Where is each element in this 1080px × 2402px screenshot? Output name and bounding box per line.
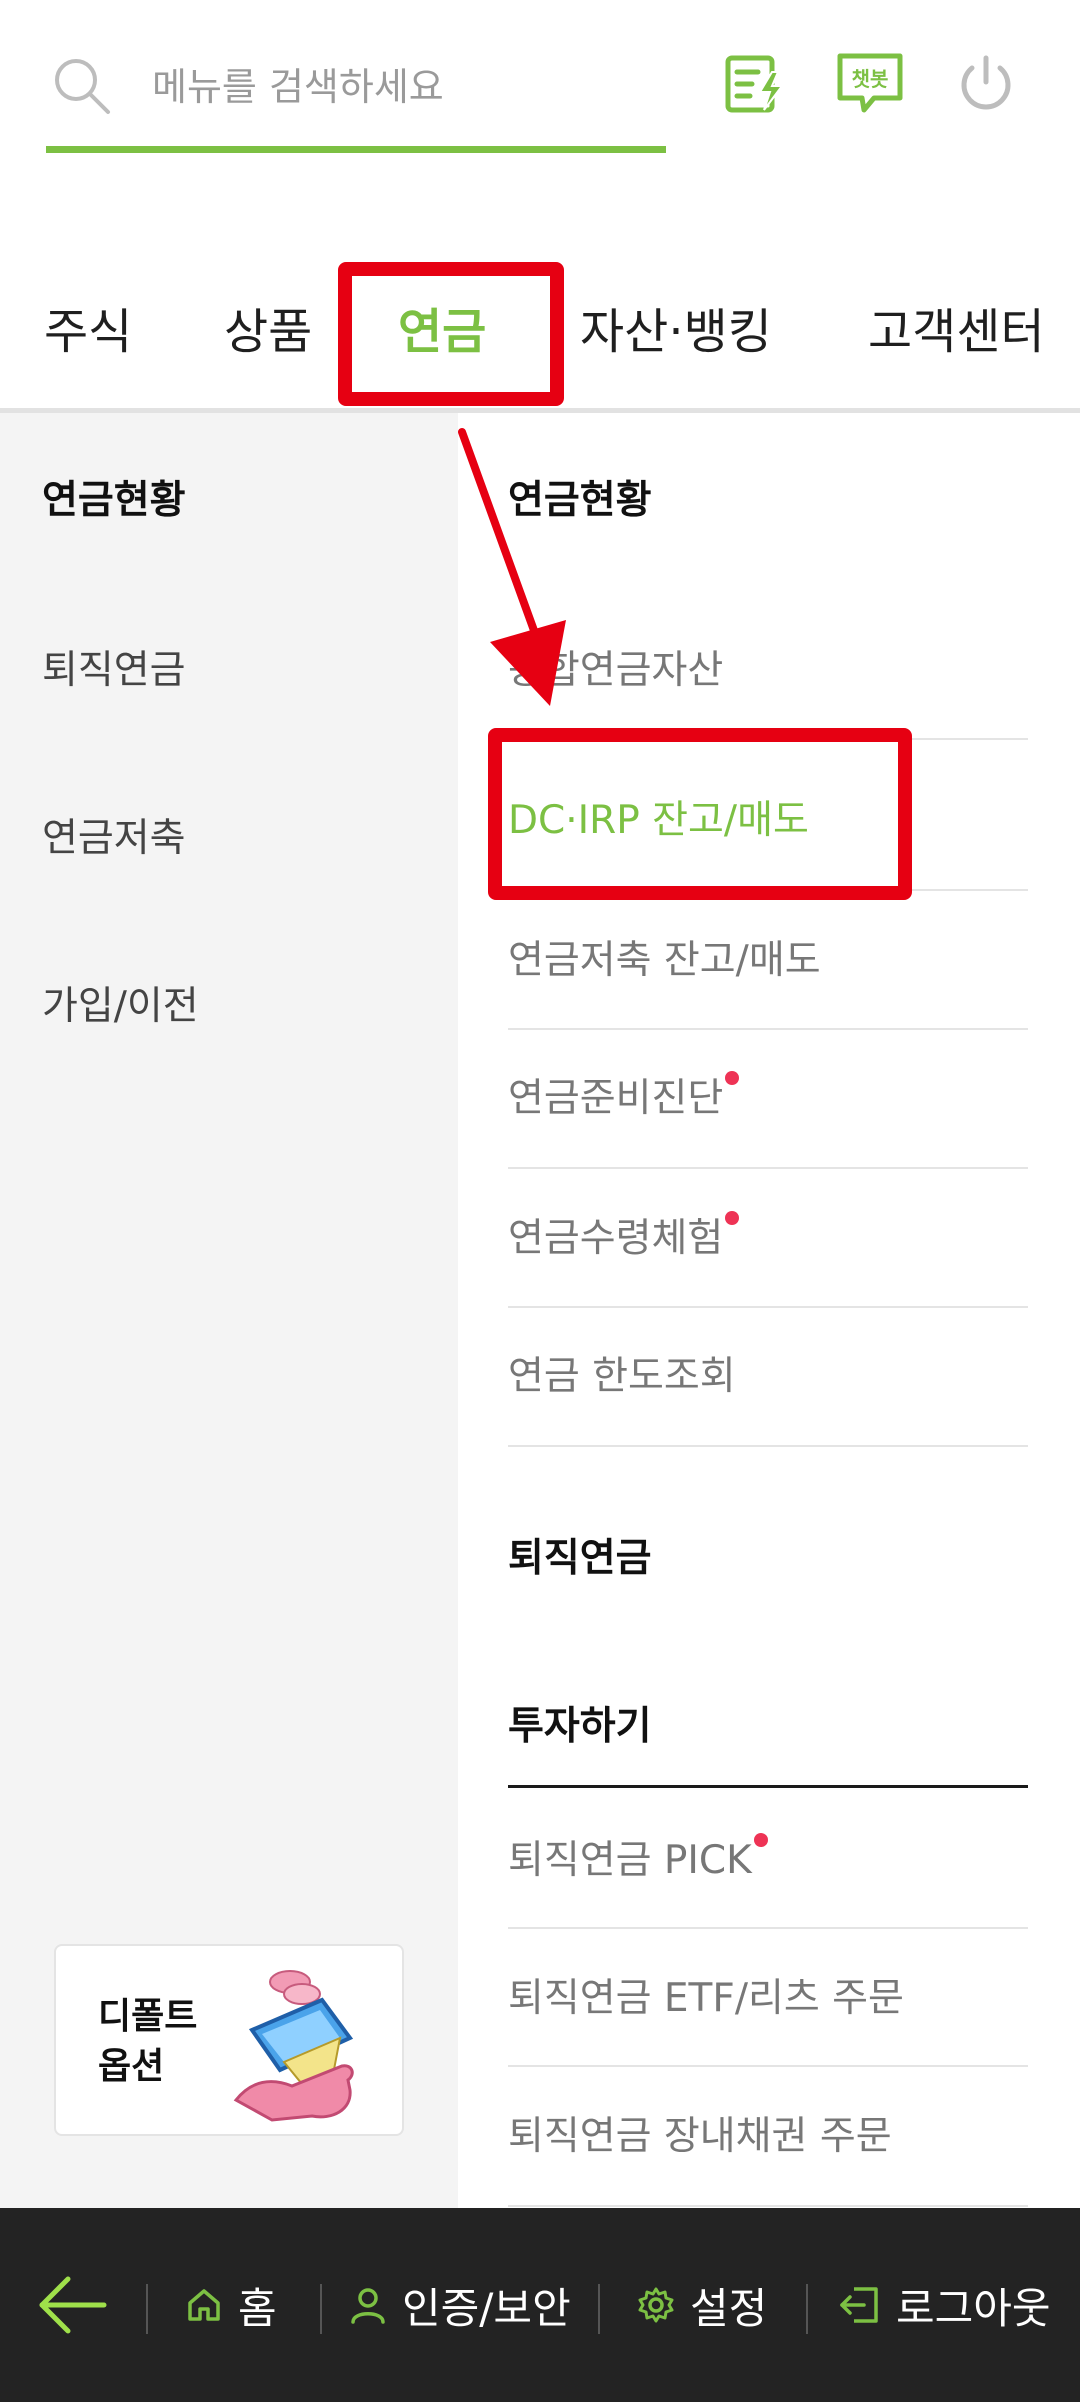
- chatbot-icon[interactable]: 챗봇: [830, 44, 910, 124]
- back-arrow-icon: [39, 2276, 107, 2334]
- chatbot-label: 챗봇: [852, 67, 889, 91]
- row-divider: [508, 2205, 1028, 2207]
- section-title-retirement-pension: 퇴직연금: [508, 1536, 652, 1581]
- auth-security-button[interactable]: 인증/보안: [348, 2208, 571, 2402]
- left-category-menu: 연금현황 퇴직연금 연금저축 가입/이전 디폴트 옵션: [0, 413, 458, 2208]
- menu-item-retirement-etf-reits[interactable]: 퇴직연금 ETF/리츠 주문: [508, 1967, 904, 2023]
- logout-label: 로그아웃: [896, 2283, 1051, 2333]
- tab-customer-center[interactable]: 고객센터: [868, 292, 1045, 362]
- promo-line1: 디폴트: [98, 1996, 198, 2037]
- new-badge-dot: [725, 1071, 740, 1085]
- menu-item-label: 연금준비진단: [508, 1076, 724, 1121]
- new-badge-dot: [753, 1833, 768, 1847]
- bottom-separator: [320, 2284, 322, 2334]
- row-divider: [508, 1028, 1028, 1030]
- logout-icon: [840, 2287, 878, 2323]
- back-button[interactable]: [36, 2208, 122, 2402]
- bottom-separator: [146, 2284, 148, 2334]
- default-option-banner[interactable]: 디폴트 옵션: [54, 1944, 404, 2136]
- coin-phone-illustration: [233, 1970, 354, 2122]
- left-item-pension-savings[interactable]: 연금저축: [42, 807, 186, 863]
- menu-item-label: 연금수령체험: [508, 1216, 724, 1261]
- new-badge-dot: [725, 1211, 740, 1225]
- row-divider: [508, 1445, 1028, 1447]
- left-item-pension-status[interactable]: 연금현황: [42, 469, 186, 525]
- user-icon: [351, 2288, 385, 2324]
- row-divider: [508, 2065, 1028, 2067]
- highlight-box-dc-irp: [488, 728, 912, 900]
- left-item-join-transfer[interactable]: 가입/이전: [42, 975, 199, 1031]
- search-bar[interactable]: [46, 40, 666, 156]
- tab-stocks[interactable]: 주식: [44, 292, 132, 362]
- menu-item-label: 퇴직연금 PICK: [508, 1838, 752, 1883]
- search-underline: [46, 146, 666, 153]
- subsection-divider: [508, 1785, 1028, 1788]
- settings-button[interactable]: 설정: [636, 2208, 767, 2402]
- search-input[interactable]: [150, 58, 654, 116]
- power-icon[interactable]: [946, 44, 1026, 124]
- menu-item-retirement-pick[interactable]: 퇴직연금 PICK: [508, 1829, 768, 1885]
- bottom-separator: [806, 2284, 808, 2334]
- auth-security-label: 인증/보안: [402, 2283, 571, 2333]
- settings-label: 설정: [690, 2283, 768, 2333]
- gear-icon: [638, 2287, 674, 2323]
- highlight-box-pension-tab: [338, 262, 564, 406]
- bottom-separator: [598, 2284, 600, 2334]
- menu-item-pension-readiness[interactable]: 연금준비진단: [508, 1067, 740, 1123]
- bottom-nav-bar: 홈 인증/보안 설정 로그아웃: [0, 2208, 1080, 2402]
- home-icon: [188, 2289, 220, 2321]
- logout-button[interactable]: 로그아웃: [838, 2208, 1051, 2402]
- menu-item-pension-savings-balance[interactable]: 연금저축 잔고/매도: [508, 929, 821, 985]
- menu-item-retirement-bond[interactable]: 퇴직연금 장내채권 주문: [508, 2105, 892, 2161]
- promo-line2: 옵션: [98, 2046, 165, 2087]
- subsection-title-invest: 투자하기: [508, 1704, 652, 1749]
- menu-item-pension-limit[interactable]: 연금 한도조회: [508, 1345, 736, 1401]
- quick-menu-icon[interactable]: [716, 44, 796, 124]
- home-label: 홈: [238, 2283, 277, 2333]
- menu-item-pension-receipt-simulation[interactable]: 연금수령체험: [508, 1207, 740, 1263]
- search-icon[interactable]: [52, 56, 112, 116]
- tab-assets-banking[interactable]: 자산·뱅킹: [580, 292, 772, 362]
- left-item-retirement-pension[interactable]: 퇴직연금: [42, 639, 186, 695]
- row-divider: [508, 1306, 1028, 1308]
- promo-text: 디폴트 옵션: [98, 1992, 197, 2092]
- tab-products[interactable]: 상품: [224, 292, 312, 362]
- row-divider: [508, 1927, 1028, 1929]
- home-button[interactable]: 홈: [184, 2208, 277, 2402]
- row-divider: [508, 1167, 1028, 1169]
- annotation-arrow: [458, 428, 566, 706]
